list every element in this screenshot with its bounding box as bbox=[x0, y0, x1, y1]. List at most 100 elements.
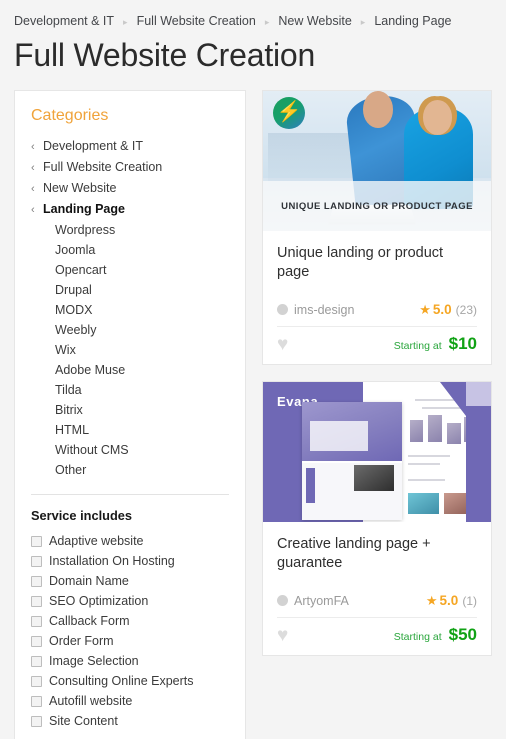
filters-sidebar: Categories ‹ Development & IT ‹ Full Web… bbox=[14, 90, 246, 739]
photo-thumb bbox=[409, 420, 424, 442]
checkbox-icon[interactable] bbox=[31, 635, 42, 647]
checkbox-row-consulting-online-experts[interactable]: Consulting Online Experts bbox=[31, 671, 229, 691]
service-includes-list: Adaptive website Installation On Hosting… bbox=[31, 531, 229, 731]
checkbox-icon[interactable] bbox=[31, 695, 42, 707]
rating-count: (23) bbox=[455, 303, 477, 318]
checkbox-icon[interactable] bbox=[31, 555, 42, 567]
category-item-new-website[interactable]: ‹ New Website bbox=[31, 178, 229, 199]
breadcrumb-item-new-website[interactable]: New Website bbox=[278, 14, 351, 28]
checkbox-row-autofill-website[interactable]: Autofill website bbox=[31, 691, 229, 711]
card-price-row: ♥ Starting at $50 bbox=[277, 618, 477, 655]
category-item-landing-page[interactable]: ‹ Landing Page bbox=[31, 199, 229, 220]
checkbox-row-site-content[interactable]: Site Content bbox=[31, 711, 229, 731]
checkbox-row-domain-name[interactable]: Domain Name bbox=[31, 571, 229, 591]
checkbox-row-image-selection[interactable]: Image Selection bbox=[31, 651, 229, 671]
subcategory-item-weebly[interactable]: Weebly bbox=[31, 320, 229, 340]
card-image[interactable]: ⚡ UNIQUE LANDING OR PRODUCT PAGE bbox=[263, 91, 491, 232]
photo-mockup-sidebar bbox=[305, 467, 315, 504]
service-card[interactable]: Evana Creative landing page + guarantee … bbox=[262, 381, 492, 657]
category-tree: ‹ Development & IT ‹ Full Website Creati… bbox=[31, 136, 229, 220]
heart-icon[interactable]: ♥ bbox=[277, 626, 288, 645]
card-meta-row: ims-design ★ 5.0 (23) bbox=[277, 302, 477, 328]
subcategory-item-other[interactable]: Other bbox=[31, 460, 229, 480]
checkbox-label: Installation On Hosting bbox=[49, 554, 175, 569]
subcategory-item-drupal[interactable]: Drupal bbox=[31, 280, 229, 300]
subcategory-item-without-cms[interactable]: Without CMS bbox=[31, 440, 229, 460]
rating: ★ 5.0 (23) bbox=[419, 302, 477, 317]
seller-name: ims-design bbox=[294, 302, 355, 317]
category-label: New Website bbox=[43, 181, 117, 196]
star-icon: ★ bbox=[425, 593, 438, 609]
lightning-bolt-glyph: ⚡ bbox=[276, 101, 302, 124]
starting-at-label: Starting at bbox=[393, 631, 442, 644]
seller[interactable]: ArtyomFA bbox=[277, 594, 349, 608]
card-title[interactable]: Creative landing page + guarantee bbox=[277, 535, 477, 573]
checkbox-icon[interactable] bbox=[31, 675, 42, 687]
subcategory-item-html[interactable]: HTML bbox=[31, 420, 229, 440]
seller-name: ArtyomFA bbox=[294, 593, 349, 608]
chevron-right-icon: ▸ bbox=[360, 16, 366, 27]
checkbox-row-callback-form[interactable]: Callback Form bbox=[31, 611, 229, 631]
checkbox-label: Autofill website bbox=[49, 694, 133, 709]
sidebar-divider bbox=[31, 494, 229, 496]
checkbox-label: SEO Optimization bbox=[49, 594, 149, 609]
checkbox-label: Adaptive website bbox=[49, 534, 144, 549]
checkbox-icon[interactable] bbox=[31, 655, 42, 667]
photo-thumb bbox=[447, 422, 461, 445]
photo-mockup bbox=[301, 401, 403, 520]
rating-value: 5.0 bbox=[432, 302, 452, 318]
service-card[interactable]: ⚡ UNIQUE LANDING OR PRODUCT PAGE Unique … bbox=[262, 90, 492, 366]
category-label: Landing Page bbox=[43, 202, 125, 217]
subcategory-item-wordpress[interactable]: Wordpress bbox=[31, 220, 229, 240]
photo-right-triangle-light bbox=[465, 382, 491, 407]
subcategory-item-modx[interactable]: MODX bbox=[31, 300, 229, 320]
checkbox-label: Order Form bbox=[49, 634, 114, 649]
category-item-full-website-creation[interactable]: ‹ Full Website Creation bbox=[31, 157, 229, 178]
rating: ★ 5.0 (1) bbox=[426, 593, 477, 608]
checkbox-icon[interactable] bbox=[31, 595, 42, 607]
breadcrumb: Development & IT ▸ Full Website Creation… bbox=[0, 0, 506, 28]
checkbox-row-installation-on-hosting[interactable]: Installation On Hosting bbox=[31, 551, 229, 571]
checkbox-row-adaptive-website[interactable]: Adaptive website bbox=[31, 531, 229, 551]
breadcrumb-item-full-website-creation[interactable]: Full Website Creation bbox=[137, 14, 256, 28]
checkbox-icon[interactable] bbox=[31, 615, 42, 627]
checkbox-row-seo-optimization[interactable]: SEO Optimization bbox=[31, 591, 229, 611]
checkbox-icon[interactable] bbox=[31, 715, 42, 727]
subcategory-item-bitrix[interactable]: Bitrix bbox=[31, 400, 229, 420]
photo-line bbox=[408, 463, 441, 466]
card-body: Unique landing or product page ims-desig… bbox=[263, 231, 491, 364]
price-value: $10 bbox=[448, 334, 477, 354]
subcategory-item-opencart[interactable]: Opencart bbox=[31, 260, 229, 280]
star-icon: ★ bbox=[419, 302, 431, 318]
rating-count: (1) bbox=[462, 594, 477, 609]
photo-mockup-bw-image bbox=[353, 465, 395, 492]
checkbox-icon[interactable] bbox=[31, 575, 42, 587]
subcategory-item-joomla[interactable]: Joomla bbox=[31, 240, 229, 260]
card-price-row: ♥ Starting at $10 bbox=[277, 327, 477, 364]
breadcrumb-item-landing-page[interactable]: Landing Page bbox=[374, 14, 451, 28]
subcategory-list: Wordpress Joomla Opencart Drupal MODX We… bbox=[31, 220, 229, 480]
checkbox-icon[interactable] bbox=[31, 535, 42, 547]
avatar bbox=[277, 304, 288, 316]
chevron-left-icon: ‹ bbox=[31, 141, 35, 154]
card-image[interactable]: Evana bbox=[263, 382, 491, 523]
chevron-left-icon: ‹ bbox=[31, 204, 35, 217]
subcategory-item-adobe-muse[interactable]: Adobe Muse bbox=[31, 360, 229, 380]
heart-icon[interactable]: ♥ bbox=[277, 335, 288, 354]
checkbox-label: Site Content bbox=[49, 714, 118, 729]
seller[interactable]: ims-design bbox=[277, 303, 354, 317]
category-label: Full Website Creation bbox=[43, 160, 163, 175]
category-item-development-it[interactable]: ‹ Development & IT bbox=[31, 136, 229, 157]
subcategory-item-wix[interactable]: Wix bbox=[31, 340, 229, 360]
card-title[interactable]: Unique landing or product page bbox=[277, 244, 477, 282]
breadcrumb-item-development-it[interactable]: Development & IT bbox=[14, 14, 114, 28]
price-wrapper: Starting at $50 bbox=[394, 625, 477, 645]
card-banner-overlay: UNIQUE LANDING OR PRODUCT PAGE bbox=[263, 181, 491, 232]
chevron-left-icon: ‹ bbox=[31, 162, 35, 175]
chevron-right-icon: ▸ bbox=[123, 16, 128, 27]
page-layout: Categories ‹ Development & IT ‹ Full Web… bbox=[0, 74, 506, 739]
card-photo: Evana bbox=[263, 382, 491, 523]
checkbox-row-order-form[interactable]: Order Form bbox=[31, 631, 229, 651]
subcategory-item-tilda[interactable]: Tilda bbox=[31, 380, 229, 400]
categories-heading: Categories bbox=[31, 107, 109, 125]
